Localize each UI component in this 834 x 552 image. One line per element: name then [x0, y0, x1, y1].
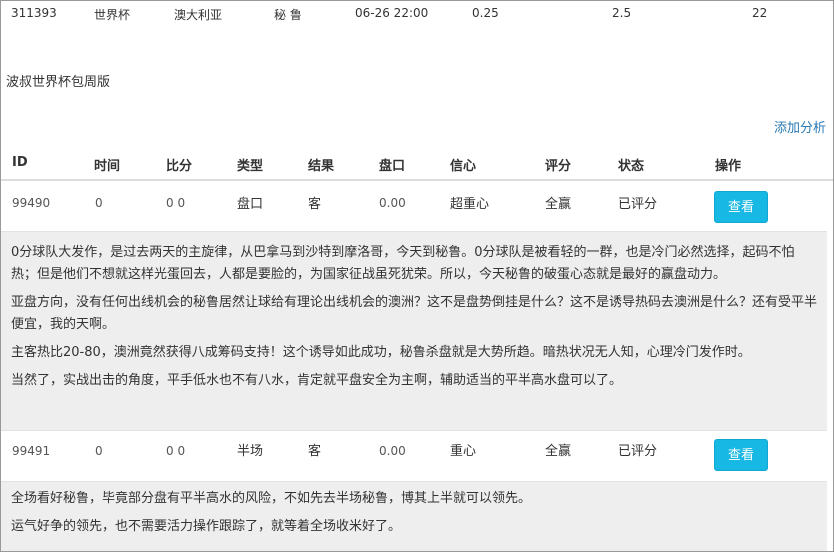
add-analysis-link[interactable]: 添加分析 [774, 117, 826, 136]
row-rating: 全赢 [545, 197, 572, 212]
analysis-panel: 全场看好秘鲁，毕竟部分盘有平半高水的风险，不如先去半场秘鲁，博其上半就可以领先。… [1, 481, 827, 551]
match-away-team: 秘 鲁 [274, 8, 302, 22]
match-id: 311393 [11, 6, 57, 20]
row-result: 客 [308, 444, 322, 459]
row-status: 已评分 [618, 197, 658, 212]
header-action: 操作 [715, 159, 742, 174]
row-type: 半场 [237, 444, 264, 459]
row-result: 客 [308, 197, 322, 212]
package-title: 波叔世界杯包周版 [6, 75, 111, 90]
view-button[interactable]: 查看 [714, 191, 768, 223]
row-rating: 全赢 [545, 444, 572, 459]
table-row: 99490 0 0 0 盘口 客 0.00 超重心 全赢 已评分 查看 [1, 181, 833, 231]
match-handicap: 0.25 [472, 6, 499, 20]
match-row: 311393 世界杯 澳大利亚 秘 鲁 06-26 22:00 0.25 2.5… [1, 1, 833, 31]
match-count: 22 [752, 6, 768, 20]
header-status: 状态 [618, 159, 645, 174]
match-total: 2.5 [612, 6, 632, 20]
analysis-panel: 0分球队大发作，是过去两天的主旋律，从巴拿马到沙特到摩洛哥，今天到秘鲁。0分球队… [1, 231, 827, 431]
row-status: 已评分 [618, 444, 658, 459]
analysis-paragraph: 0分球队大发作，是过去两天的主旋律，从巴拿马到沙特到摩洛哥，今天到秘鲁。0分球队… [11, 245, 795, 282]
header-score: 比分 [166, 159, 193, 174]
row-score: 0 0 [166, 196, 186, 210]
row-type: 盘口 [237, 197, 264, 212]
row-id: 99491 [12, 444, 51, 458]
match-league: 世界杯 [94, 8, 131, 22]
row-score: 0 0 [166, 444, 186, 458]
header-type: 类型 [237, 159, 264, 174]
header-time: 时间 [94, 159, 121, 174]
analysis-paragraph: 运气好争的领先，也不需要活力操作跟踪了，就等着全场收米好了。 [11, 519, 402, 534]
analysis-paragraph: 全场看好秘鲁，毕竟部分盘有平半高水的风险，不如先去半场秘鲁，博其上半就可以领先。 [11, 491, 532, 506]
analysis-paragraph: 当然了，实战出击的角度，平手低水也不有八水，肯定就平盘安全为主啊，辅助适当的平半… [11, 373, 623, 388]
header-id: ID [12, 155, 28, 170]
header-rating: 评分 [545, 159, 572, 174]
row-confidence: 重心 [450, 444, 477, 459]
match-home-team: 澳大利亚 [174, 8, 223, 22]
header-result: 结果 [308, 159, 335, 174]
row-line: 0.00 [379, 196, 406, 210]
row-line: 0.00 [379, 444, 406, 458]
header-line: 盘口 [379, 159, 406, 174]
view-button[interactable]: 查看 [714, 439, 768, 471]
page-frame: 311393 世界杯 澳大利亚 秘 鲁 06-26 22:00 0.25 2.5… [0, 0, 834, 552]
row-confidence: 超重心 [450, 197, 490, 212]
row-id: 99490 [12, 196, 51, 210]
row-time: 0 [95, 196, 103, 210]
match-time: 06-26 22:00 [355, 6, 429, 20]
header-confidence: 信心 [450, 159, 477, 174]
analysis-paragraph: 亚盘方向，没有任何出线机会的秘鲁居然让球给有理论出线机会的澳洲？这不是盘势倒挂是… [11, 295, 818, 332]
table-header: ID 时间 比分 类型 结果 盘口 信心 评分 状态 操作 [1, 147, 833, 181]
row-time: 0 [95, 444, 103, 458]
table-row: 99491 0 0 0 半场 客 0.00 重心 全赢 已评分 查看 [1, 431, 833, 481]
analysis-paragraph: 主客热比20-80，澳洲竟然获得八成筹码支持！这个诱导如此成功，秘鲁杀盘就是大势… [11, 345, 751, 360]
